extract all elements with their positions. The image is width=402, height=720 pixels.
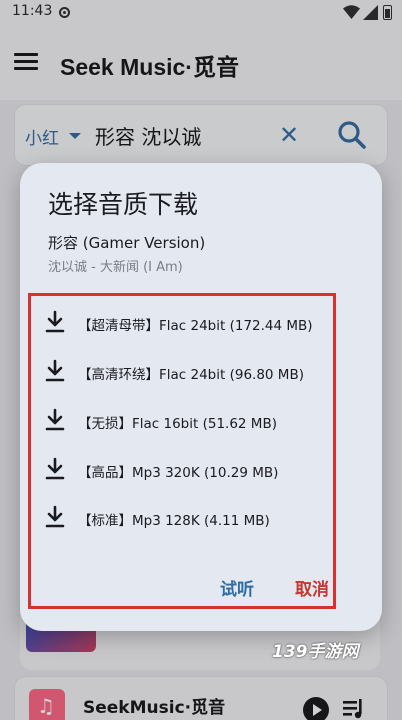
watermark: 139手游网 <box>272 642 359 662</box>
download-icon <box>45 505 65 528</box>
song-artist-album: 沈以诚 - 大新闻 (I Am) <box>48 260 183 275</box>
quality-option-label: 【高清环绕】Flac 24bit (96.80 MB) <box>78 367 304 383</box>
quality-option-label: 【无损】Flac 16bit (51.62 MB) <box>78 416 277 432</box>
quality-option[interactable]: 【超清母带】Flac 24bit (172.44 MB) <box>40 305 340 339</box>
quality-option[interactable]: 【无损】Flac 16bit (51.62 MB) <box>40 403 340 437</box>
download-icon <box>45 310 65 333</box>
quality-download-dialog: 选择音质下载 形容 (Gamer Version) 沈以诚 - 大新闻 (I A… <box>20 163 382 631</box>
quality-option-label: 【标准】Mp3 128K (4.11 MB) <box>78 513 270 529</box>
preview-button[interactable]: 试听 <box>220 575 254 600</box>
quality-option[interactable]: 【高品】Mp3 320K (10.29 MB) <box>40 452 340 486</box>
quality-option-label: 【超清母带】Flac 24bit (172.44 MB) <box>78 318 313 334</box>
song-title: 形容 (Gamer Version) <box>48 234 206 252</box>
quality-option-label: 【高品】Mp3 320K (10.29 MB) <box>78 465 279 481</box>
cancel-button[interactable]: 取消 <box>295 575 329 600</box>
quality-option[interactable]: 【高清环绕】Flac 24bit (96.80 MB) <box>40 354 340 388</box>
quality-option[interactable]: 【标准】Mp3 128K (4.11 MB) <box>40 500 340 534</box>
highlight-box <box>28 293 336 609</box>
dialog-title: 选择音质下载 <box>48 190 199 219</box>
download-icon <box>45 408 65 431</box>
download-icon <box>45 359 65 382</box>
download-icon <box>45 457 65 480</box>
